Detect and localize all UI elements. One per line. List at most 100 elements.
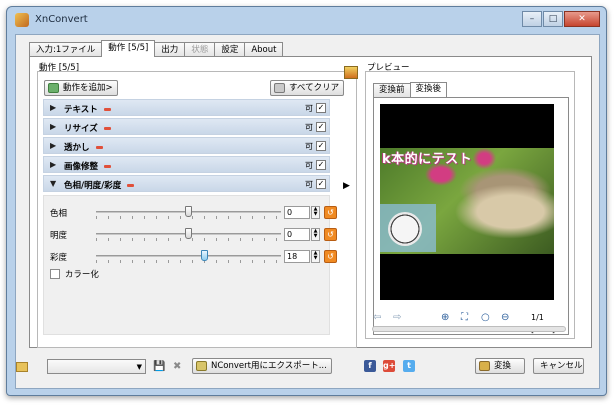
saturation-spinner[interactable]: ▲ ▼ [311, 250, 320, 263]
preview-image [380, 104, 554, 300]
operation-enabled-checkbox[interactable]: ✓ [316, 179, 326, 189]
tab-about[interactable]: About [244, 42, 284, 57]
convert-button[interactable]: 変換 [475, 358, 525, 374]
save-icon[interactable]: 💾 [153, 361, 165, 372]
close-button[interactable]: ✕ [564, 11, 600, 27]
saturation-reset-icon[interactable]: ↺ [324, 250, 337, 263]
operations-list: ▶ テキスト 可 ✓ ▶ リサイズ 可 ✓ ▶ 透かし 可 ✓ ▶ 画像修整 可… [43, 99, 330, 194]
preview-toolbar: ⇦ ⇨ ⊕ ⛶ ○ ⊖ 1/1 [71%] [371, 312, 567, 334]
preview-scrollbar[interactable] [372, 326, 566, 332]
saturation-slider-thumb[interactable] [201, 250, 209, 261]
operation-enabled-checkbox[interactable]: ✓ [316, 122, 326, 132]
remove-operation-icon[interactable] [103, 108, 111, 111]
hsb-settings-panel: 色相 0 ▲ ▼ ↺ 明度 0 ▲ ▼ ↺ 彩度 18 ▲ ▼ ↺ カラー化 [43, 195, 337, 335]
saturation-row: 彩度 18 ▲ ▼ ↺ [44, 248, 337, 266]
remove-operation-icon[interactable] [127, 184, 135, 187]
preview-overlay-text: k本的にテスト [382, 152, 473, 167]
preview-toggle-icon[interactable] [344, 66, 358, 79]
operation-row-text[interactable]: ▶ テキスト 可 ✓ [43, 99, 330, 116]
preview-tabs: 変換前 変換後 [373, 82, 448, 97]
delete-icon[interactable]: ✖ [173, 361, 181, 372]
prev-arrow-icon[interactable]: ⇦ [373, 312, 381, 324]
zoom-in-icon[interactable]: ⊕ [441, 312, 449, 324]
collapse-arrow-icon[interactable]: ▼ [50, 179, 56, 188]
hue-row: 色相 0 ▲ ▼ ↺ [44, 204, 337, 222]
hue-reset-icon[interactable]: ↺ [324, 206, 337, 219]
title-bar[interactable]: XnConvert – □ ✕ [7, 7, 606, 33]
hue-slider[interactable] [96, 206, 281, 220]
remove-operation-icon[interactable] [103, 127, 111, 130]
chevron-down-icon: ▼ [136, 363, 142, 371]
window-title: XnConvert [35, 14, 88, 25]
operation-name: 色相/明度/彩度 [64, 181, 122, 191]
operation-row-watermark[interactable]: ▶ 透かし 可 ✓ [43, 137, 330, 154]
remove-operation-icon[interactable] [95, 146, 103, 149]
saturation-label: 彩度 [50, 253, 68, 263]
expand-arrow-icon[interactable]: ▶ [50, 141, 56, 150]
maximize-button[interactable]: □ [543, 11, 563, 27]
operation-enabled-label: 可 [305, 161, 313, 170]
hue-value-field[interactable]: 0 [284, 206, 310, 219]
xnconvert-app-icon [15, 13, 29, 27]
brightness-slider-thumb[interactable] [185, 228, 192, 239]
operation-enabled-label: 可 [305, 104, 313, 113]
expand-arrow-icon[interactable]: ▶ [50, 160, 56, 169]
brightness-value-field[interactable]: 0 [284, 228, 310, 241]
colorize-label: カラー化 [64, 270, 99, 280]
tab-input[interactable]: 入力:1ファイル [29, 42, 103, 57]
operation-enabled-checkbox[interactable]: ✓ [316, 141, 326, 151]
clear-icon [274, 83, 285, 93]
hue-label: 色相 [50, 209, 68, 219]
fit-window-icon[interactable]: ⛶ [461, 312, 468, 324]
preset-dropdown[interactable]: ▼ [47, 359, 146, 374]
slider-ticks [96, 260, 281, 263]
saturation-slider[interactable] [96, 250, 281, 264]
add-action-label: 動作を追加> [63, 83, 113, 93]
brightness-reset-icon[interactable]: ↺ [324, 228, 337, 241]
operation-enabled-label: 可 [305, 123, 313, 132]
add-action-button[interactable]: 動作を追加> [44, 80, 118, 96]
minimize-button[interactable]: – [522, 11, 542, 27]
expand-arrow-icon[interactable]: ▶ [50, 122, 56, 131]
tab-after[interactable]: 変換後 [409, 82, 448, 97]
export-nconvert-label: NConvert用にエクスポート... [211, 361, 327, 371]
operation-row-resize[interactable]: ▶ リサイズ 可 ✓ [43, 118, 330, 135]
operation-name: リサイズ [64, 124, 98, 134]
soccer-ball-watermark [380, 204, 436, 252]
operation-enabled-checkbox[interactable]: ✓ [316, 103, 326, 113]
tab-output[interactable]: 出力 [154, 42, 186, 57]
hue-spinner[interactable]: ▲ ▼ [311, 206, 320, 219]
expand-arrow-icon[interactable]: ▶ [50, 103, 56, 112]
tab-status[interactable]: 状態 [184, 42, 216, 57]
operation-row-image-adjust[interactable]: ▶ 画像修整 可 ✓ [43, 156, 330, 173]
cancel-button[interactable]: キャンセル [533, 358, 584, 374]
brightness-label: 明度 [50, 231, 68, 241]
operation-name: 画像修整 [64, 162, 99, 172]
export-icon [196, 361, 207, 371]
tab-settings[interactable]: 設定 [214, 42, 246, 57]
clear-all-button[interactable]: すべてクリア [270, 80, 345, 96]
brightness-slider[interactable] [96, 228, 281, 242]
export-nconvert-button[interactable]: NConvert用にエクスポート... [192, 358, 332, 374]
operation-name: 透かし [64, 143, 90, 153]
google-plus-icon[interactable]: g+ [383, 360, 395, 372]
next-arrow-icon[interactable]: ⇨ [393, 312, 401, 324]
preview-arrow-icon: ▶ [343, 181, 350, 191]
hue-slider-thumb[interactable] [185, 206, 192, 217]
operation-row-hsb[interactable]: ▼ 色相/明度/彩度 可 ✓ [43, 175, 330, 192]
tab-actions[interactable]: 動作 [5/5] [101, 40, 156, 57]
colorize-row[interactable]: カラー化 [50, 268, 99, 280]
tab-before[interactable]: 変換前 [373, 83, 411, 97]
window-controls: – □ ✕ [521, 11, 600, 27]
folder-icon[interactable] [16, 362, 28, 372]
brightness-spinner[interactable]: ▲ ▼ [311, 228, 320, 241]
twitter-icon[interactable]: t [403, 360, 415, 372]
facebook-icon[interactable]: f [364, 360, 376, 372]
operation-enabled-label: 可 [305, 142, 313, 151]
zoom-icon[interactable]: ○ [481, 312, 490, 324]
colorize-checkbox[interactable] [50, 269, 60, 279]
remove-operation-icon[interactable] [104, 165, 112, 168]
zoom-out-icon[interactable]: ⊖ [501, 312, 509, 324]
saturation-value-field[interactable]: 18 [284, 250, 310, 263]
operation-enabled-checkbox[interactable]: ✓ [316, 160, 326, 170]
